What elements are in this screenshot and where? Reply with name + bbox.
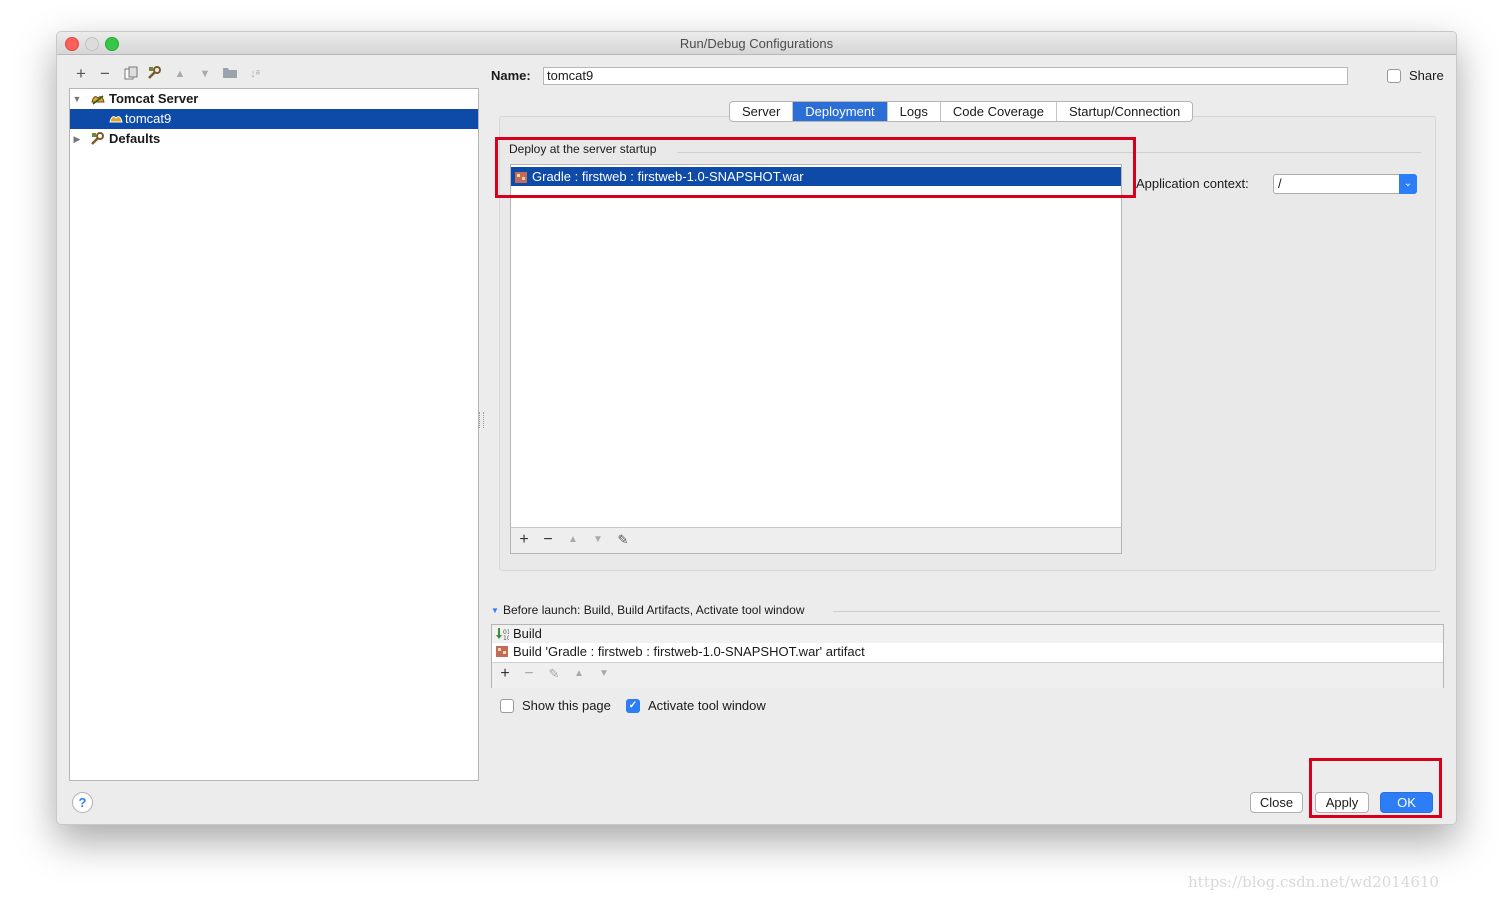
name-field[interactable]: tomcat9 — [543, 67, 1348, 85]
before-launch-item-label: Build 'Gradle : firstweb : firstweb-1.0-… — [513, 644, 865, 659]
move-down-icon[interactable]: ▼ — [196, 66, 214, 82]
title-bar: Run/Debug Configurations — [57, 32, 1456, 55]
watermark: https://blog.csdn.net/wd2014610 — [1188, 873, 1439, 891]
before-launch-item-label: Build — [513, 626, 542, 641]
move-down-icon[interactable]: ▼ — [589, 532, 607, 548]
share-label: Share — [1409, 68, 1444, 83]
before-launch-list: 01 10 Build Build 'Gradle : firstweb : fi… — [491, 624, 1444, 688]
edit-pencil-icon[interactable]: ✎ — [545, 666, 563, 682]
tree-item-label: Tomcat Server — [109, 91, 199, 106]
move-up-icon[interactable]: ▲ — [564, 532, 582, 548]
tree-item-label: Defaults — [109, 131, 161, 146]
deploy-artifact-list: Gradle : firstweb : firstweb-1.0-SNAPSHO… — [510, 164, 1122, 554]
show-this-page-label: Show this page — [522, 698, 611, 713]
add-configuration-button[interactable]: + — [72, 65, 90, 82]
tree-item-label: tomcat9 — [125, 111, 172, 126]
edit-defaults-wrench-icon[interactable] — [146, 66, 164, 82]
edit-pencil-icon[interactable]: ✎ — [614, 532, 632, 548]
application-context-combo[interactable]: / ⌄ — [1273, 174, 1417, 194]
before-launch-item-artifact[interactable]: Build 'Gradle : firstweb : firstweb-1.0-… — [492, 643, 1443, 661]
before-launch-collapse-icon[interactable]: ▼ — [490, 606, 500, 615]
help-button[interactable]: ? — [72, 792, 93, 813]
tab-strip: Server Deployment Logs Code Coverage Sta… — [729, 101, 1194, 122]
move-up-icon[interactable]: ▲ — [570, 666, 588, 682]
activate-tool-window-checkbox[interactable]: ✓ — [626, 699, 640, 713]
move-up-icon[interactable]: ▲ — [171, 66, 189, 82]
tab-logs[interactable]: Logs — [888, 102, 941, 121]
close-button[interactable]: Close — [1250, 792, 1303, 813]
before-launch-header: Before launch: Build, Build Artifacts, A… — [503, 603, 805, 617]
tree-item-tomcat9[interactable]: tomcat9 — [70, 109, 478, 129]
remove-artifact-button[interactable]: − — [539, 532, 557, 548]
collapsed-triangle-icon[interactable]: ▶ — [72, 129, 82, 149]
svg-text:10: 10 — [503, 635, 509, 641]
folder-icon[interactable] — [221, 66, 239, 82]
splitter-handle[interactable] — [479, 412, 484, 428]
deploy-list-toolbar: + − ▲ ▼ ✎ — [510, 527, 1122, 554]
deploy-artifact-highlight-box — [495, 137, 1136, 198]
tab-server[interactable]: Server — [730, 102, 794, 121]
chevron-down-icon[interactable]: ⌄ — [1399, 174, 1417, 194]
tree-item-defaults[interactable]: ▶ Defaults — [70, 129, 478, 149]
expanded-triangle-icon[interactable]: ▼ — [72, 89, 82, 109]
window-title: Run/Debug Configurations — [679, 36, 834, 51]
activate-tool-window-label: Activate tool window — [648, 698, 766, 713]
name-label: Name: — [491, 68, 531, 83]
tab-deployment[interactable]: Deployment — [793, 102, 888, 121]
move-down-icon[interactable]: ▼ — [595, 666, 613, 682]
remove-task-button[interactable]: − — [520, 666, 538, 682]
application-context-label: Application context: — [1136, 176, 1249, 191]
apply-ok-highlight-box — [1309, 758, 1442, 818]
artifact-war-icon — [495, 645, 509, 663]
sort-alphabetically-icon[interactable]: ↓ᵃ — [246, 66, 264, 82]
tab-code-coverage[interactable]: Code Coverage — [941, 102, 1057, 121]
share-checkbox[interactable] — [1387, 69, 1401, 83]
defaults-wrench-icon — [90, 132, 106, 152]
show-this-page-checkbox[interactable] — [500, 699, 514, 713]
tree-item-tomcat-server[interactable]: ▼ Tomcat Server — [70, 89, 478, 109]
remove-configuration-button[interactable]: − — [96, 65, 114, 82]
before-launch-toolbar: + − ✎ ▲ ▼ — [492, 662, 1443, 688]
add-artifact-button[interactable]: + — [515, 532, 533, 548]
add-task-button[interactable]: + — [496, 666, 514, 682]
configuration-tree: ▼ Tomcat Server tomcat9 ▶ Defaults — [69, 88, 479, 781]
before-launch-item-build[interactable]: 01 10 Build — [492, 625, 1443, 643]
tab-startup-connection[interactable]: Startup/Connection — [1057, 102, 1192, 121]
copy-configuration-icon[interactable] — [122, 66, 140, 82]
before-launch-separator — [833, 611, 1440, 612]
application-context-value: / — [1278, 176, 1282, 191]
